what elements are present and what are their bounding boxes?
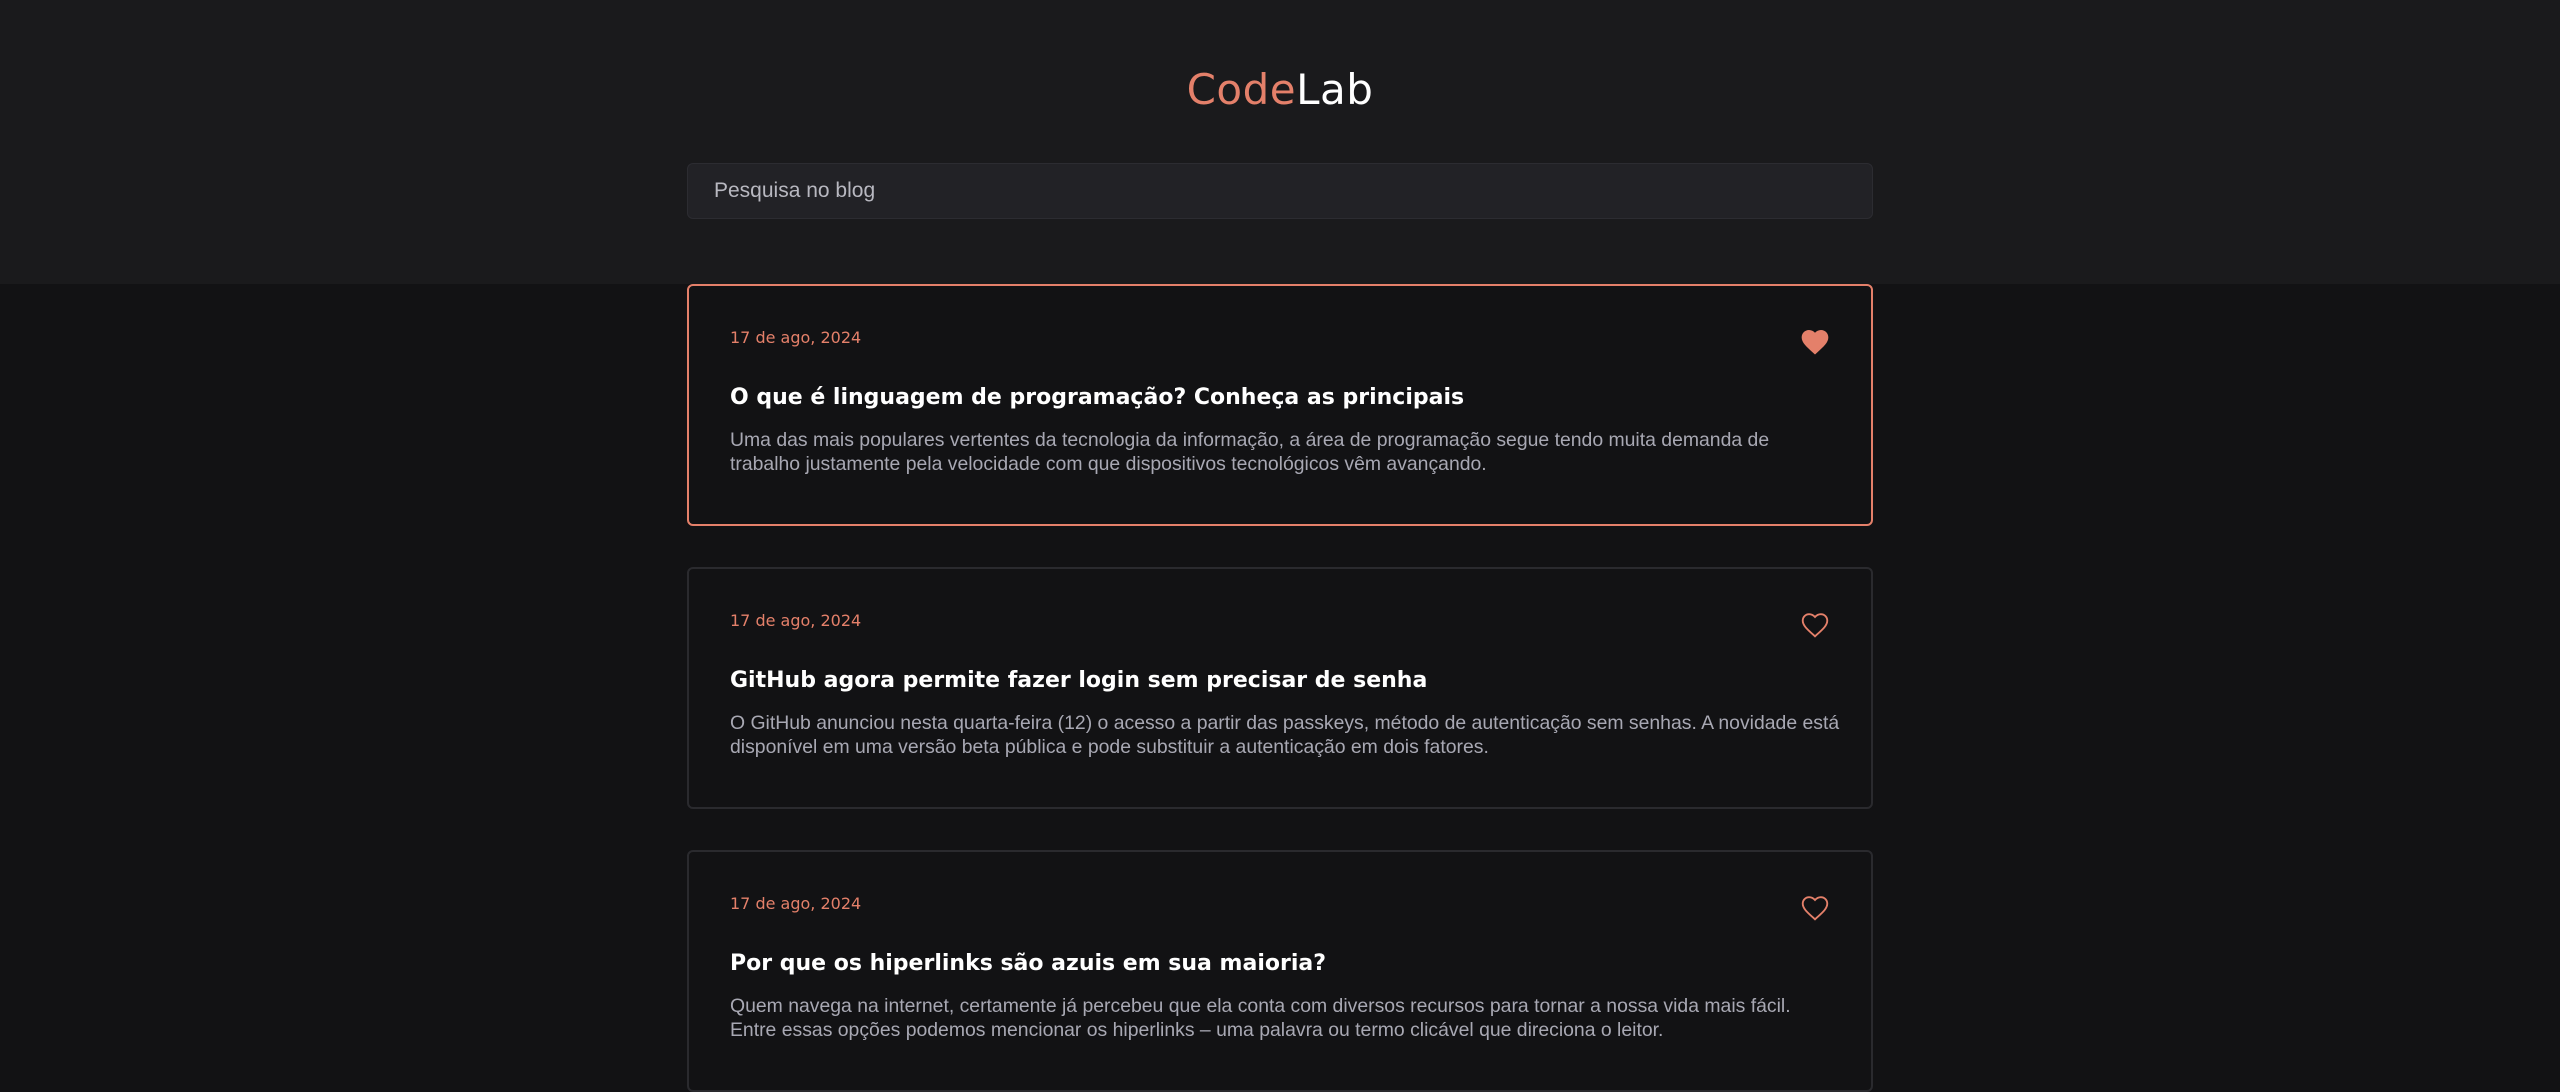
site-logo[interactable]: CodeLab <box>0 62 2560 118</box>
post-card-2[interactable]: 17 de ago, 2024 GitHub agora permite faz… <box>687 567 1873 809</box>
post-title[interactable]: O que é linguagem de programação? Conheç… <box>730 384 1830 412</box>
logo-code-text: Code <box>1186 65 1297 114</box>
search-input[interactable] <box>687 163 1873 219</box>
post-excerpt: O GitHub anunciou nesta quarta-feira (12… <box>730 712 1840 758</box>
post-excerpt: Quem navega na internet, certamente já p… <box>730 995 1791 1041</box>
post-card-3[interactable]: 17 de ago, 2024 Por que os hiperlinks sã… <box>687 850 1873 1092</box>
site-header: CodeLab <box>0 0 2560 284</box>
post-card-1[interactable]: 17 de ago, 2024 O que é linguagem de pro… <box>687 284 1873 526</box>
post-date: 17 de ago, 2024 <box>730 894 862 913</box>
post-title[interactable]: Por que os hiperlinks são azuis em sua m… <box>730 950 1830 978</box>
heart-outline-icon[interactable] <box>1799 609 1831 641</box>
post-excerpt: Uma das mais populares vertentes da tecn… <box>730 429 1770 475</box>
heart-filled-icon[interactable] <box>1799 326 1831 358</box>
post-date: 17 de ago, 2024 <box>730 611 862 630</box>
heart-outline-icon[interactable] <box>1799 892 1831 924</box>
post-title[interactable]: GitHub agora permite fazer login sem pre… <box>730 667 1830 695</box>
logo-lab-text: Lab <box>1296 65 1374 114</box>
post-date: 17 de ago, 2024 <box>730 328 862 347</box>
